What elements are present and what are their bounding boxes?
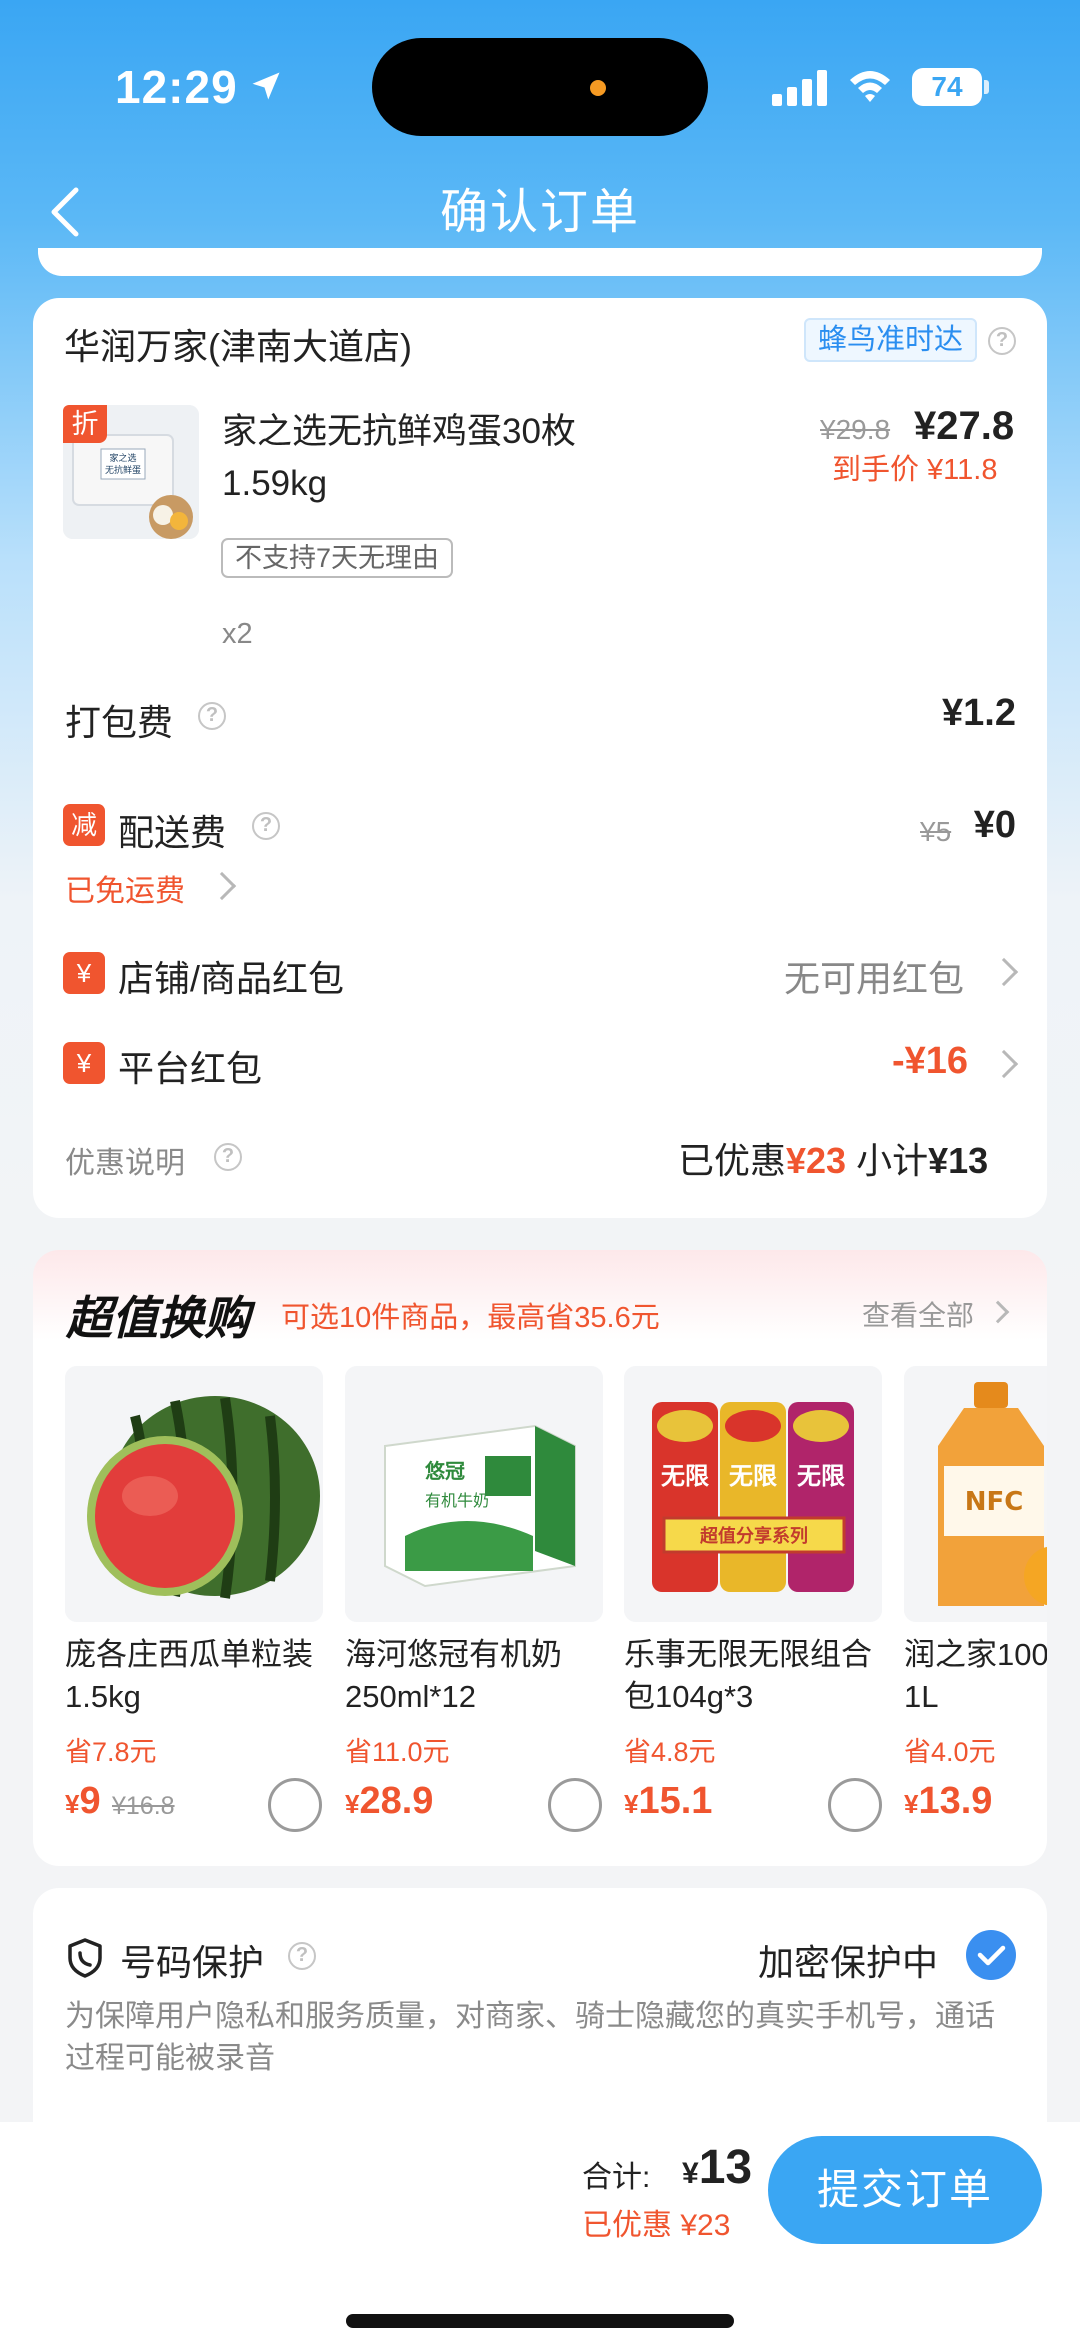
upsell-item-select-radio[interactable] [268,1778,322,1832]
shield-phone-icon [66,1938,104,1978]
total-label: 合计: [582,2161,651,2194]
upsell-title: 超值换购 [66,1292,250,1344]
total-value: ¥13 [682,2140,752,2195]
svg-text:有机牛奶: 有机牛奶 [425,1491,489,1510]
free-shipping-link[interactable]: 已免运费 [65,866,185,910]
total-number: 13 [698,2141,753,2194]
upsell-item-select-radio[interactable] [828,1778,882,1832]
delivery-fee-original: ¥5 [920,816,952,847]
svg-text:无抗鲜蛋: 无抗鲜蛋 [105,464,141,476]
upsell-item-price: ¥28.9 [345,1780,433,1823]
svg-text:家之选: 家之选 [109,452,136,464]
packing-fee-label: 打包费 [65,702,174,743]
dynamic-island [372,38,708,136]
upsell-item-name[interactable]: 润之家100%橙汁1L [904,1634,1047,1718]
price-number: 9 [79,1780,101,1822]
privacy-title: 号码保护 [120,1942,265,1983]
store-coupon-label[interactable]: 店铺/商品红包 [118,950,344,1002]
upsell-item-name[interactable]: 庞各庄西瓜单粒装1.5kg [65,1634,333,1718]
svg-text:无限: 无限 [661,1462,709,1490]
product-current-price: ¥27.8 [914,404,1015,448]
discount-icon: 减 [63,804,105,846]
upsell-item-image[interactable]: 悠冠 有机牛奶 [345,1366,603,1622]
home-indicator[interactable] [346,2314,734,2328]
price-number: 13.9 [918,1780,993,1822]
cellular-signal-icon [772,70,828,106]
svg-text:悠冠: 悠冠 [424,1459,465,1483]
help-icon[interactable]: ? [988,327,1016,355]
no-return-tag: 不支持7天无理由 [221,538,454,578]
upsell-item-image[interactable]: NFC [904,1366,1047,1622]
svg-text:超值分享系列: 超值分享系列 [700,1525,808,1547]
location-arrow-icon [248,68,284,109]
product-original-price: ¥29.8 [820,414,891,445]
page-title: 确认订单 [439,186,640,239]
privacy-description: 为保障用户隐私和服务质量，对商家、骑士隐藏您的真实手机号，通话过程可能被录音 [65,2000,995,2075]
upsell-item-image[interactable]: 无限 无限 无限 超值分享系列 [624,1366,882,1622]
view-all-link[interactable]: 查看全部 [862,1294,974,1334]
help-icon[interactable]: ? [252,812,280,840]
upsell-item-save: 省11.0元 [345,1737,450,1767]
upsell-item-save: 省4.0元 [904,1737,996,1767]
platform-coupon-label[interactable]: 平台红包 [118,1040,262,1092]
status-time: 12:29 [115,61,238,113]
subtotal-value: ¥13 [928,1140,989,1181]
currency-symbol: ¥ [624,1789,639,1819]
upsell-item-name[interactable]: 海河悠冠有机奶250ml*12 [345,1634,613,1718]
upsell-item-old-price: ¥16.8 [112,1792,175,1820]
upsell-item-select-radio[interactable] [548,1778,602,1832]
privacy-status: 加密保护中 [758,1942,939,1983]
help-icon[interactable]: ? [288,1942,316,1970]
packing-fee-value: ¥1.2 [942,692,1016,734]
price-number: 15.1 [638,1780,713,1822]
upsell-item-image[interactable] [65,1366,323,1622]
total-saved: 已优惠 ¥23 [582,2209,731,2242]
discount-explanation-link[interactable]: 优惠说明 [65,1138,185,1182]
upsell-item-price: ¥9 [65,1780,101,1823]
currency-symbol: ¥ [682,2157,699,2190]
upsell-item-save: 省7.8元 [65,1737,157,1767]
upsell-item-price: ¥15.1 [624,1780,712,1823]
upsell-subtitle: 可选10件商品，最高省35.6元 [281,1302,660,1334]
order-summary: 已优惠¥23 小计¥13 [678,1132,988,1184]
help-icon[interactable]: ? [214,1143,242,1171]
product-name[interactable]: 家之选无抗鲜鸡蛋30枚1.59kg [222,406,642,510]
discount-badge: 折 [63,405,107,443]
svg-text:无限: 无限 [797,1462,845,1490]
store-coupon-value[interactable]: 无可用红包 [784,950,964,1002]
currency-symbol: ¥ [904,1789,919,1819]
battery-icon: 74 [912,68,982,106]
battery-tip [984,80,989,94]
address-card-edge [38,248,1042,276]
coupon-icon: ¥ [63,952,105,994]
upsell-item-price: ¥13.9 [904,1780,992,1823]
coupon-icon: ¥ [63,1042,105,1084]
currency-symbol: ¥ [345,1789,360,1819]
saved-prefix: 已优惠 [678,1140,787,1181]
delivery-fee-label: 配送费 [118,812,227,853]
platform-coupon-value[interactable]: -¥16 [892,1040,968,1083]
upsell-item-save: 省4.8元 [624,1737,716,1767]
wifi-icon [848,66,892,106]
price-number: 28.9 [359,1780,434,1822]
product-final-price: 到手价 ¥11.8 [832,454,998,486]
subtotal-prefix: 小计 [856,1140,929,1181]
privacy-checkbox[interactable] [966,1930,1016,1980]
svg-text:NFC: NFC [965,1487,1024,1517]
saved-value: ¥23 [786,1140,847,1181]
help-icon[interactable]: ? [198,702,226,730]
delivery-fee-value: ¥0 [973,804,1016,846]
delivery-tag: 蜂鸟准时达 [804,318,978,362]
currency-symbol: ¥ [65,1789,80,1819]
submit-order-button[interactable]: 提交订单 [768,2136,1042,2244]
upsell-item-clip: NFC 润之家100%橙汁1L 省4.0元 ¥13.9 [904,1366,1047,1866]
recording-indicator [590,80,606,96]
product-quantity: x2 [222,618,253,650]
store-name[interactable]: 华润万家(津南大道店) [64,318,412,370]
upsell-item-name[interactable]: 乐事无限无限组合包104g*3 [624,1634,892,1718]
svg-text:无限: 无限 [729,1462,777,1490]
